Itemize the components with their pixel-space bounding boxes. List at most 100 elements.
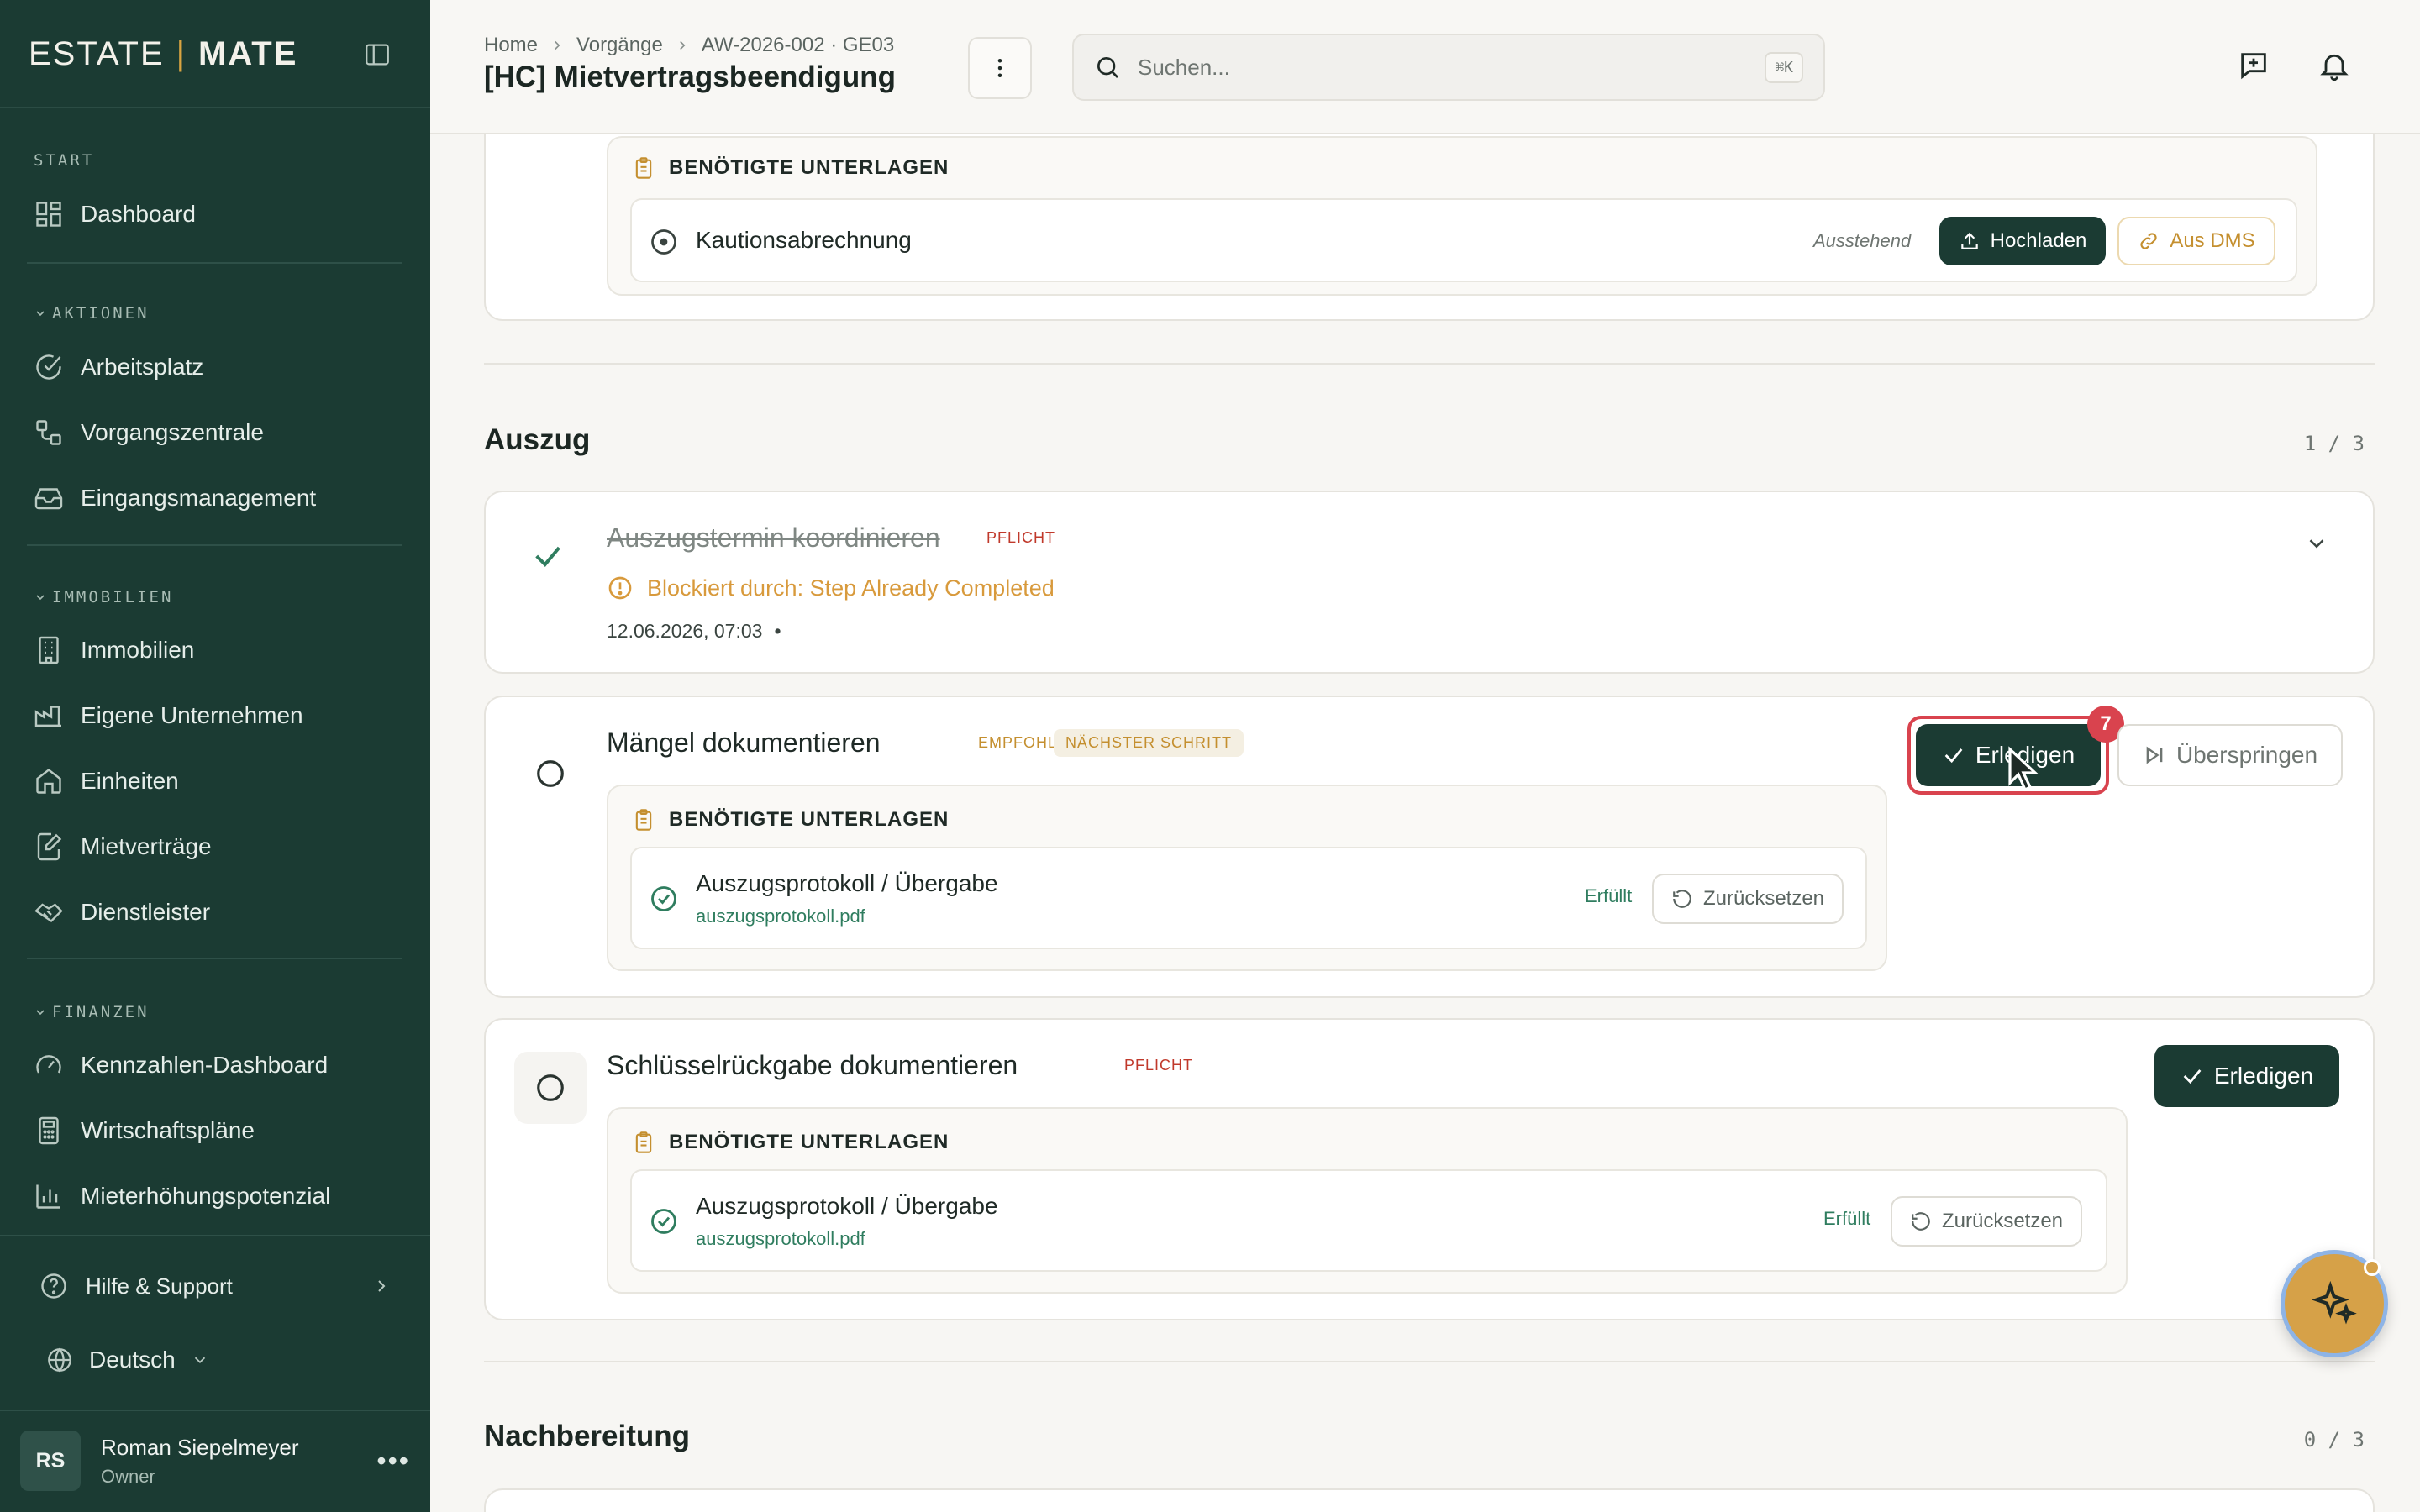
clipboard-icon [635,809,652,831]
chevron-down-icon [36,311,45,317]
help-support-link[interactable]: Hilfe & Support [39,1265,392,1307]
upload-button[interactable]: Hochladen [1939,217,2106,265]
next-step-tag: NÄCHSTER SCHRITT [1054,729,1244,757]
section-divider [484,1361,2375,1362]
sidebar-toggle-button[interactable] [358,37,397,72]
section-aktionen[interactable]: AKTIONEN [34,304,150,323]
logo-mate: MATE [198,34,298,72]
sidebar-item-dashboard[interactable]: Dashboard [34,193,196,235]
user-profile[interactable]: RS Roman Siepelmeyer Owner ••• [20,1428,410,1494]
complete-button[interactable]: Erledigen [2154,1045,2339,1107]
language-select[interactable]: Deutsch [45,1339,209,1381]
skip-label: Überspringen [2175,742,2318,768]
skip-button[interactable]: Überspringen [2118,724,2343,786]
section-progress: 1 / 3 [2303,432,2365,455]
chevron-down-icon [36,1010,45,1016]
circle-icon [537,1074,564,1101]
chevron-down-icon [36,595,45,601]
check-circle-icon [651,1209,676,1234]
dms-button[interactable]: Aus DMS [2118,217,2275,265]
user-name: Roman Siepelmeyer [101,1434,299,1460]
section-title-nachbereitung: Nachbereitung [484,1420,691,1452]
dms-label: Aus DMS [2170,229,2255,252]
building-icon [39,636,59,664]
sidebar-item-mietvertraege[interactable]: Mietverträge [34,826,212,868]
handshake-icon [34,903,63,923]
upload-icon [1960,232,1978,249]
step-card: Schlüsselrückgabe dokumentieren PFLICHT … [484,1018,2375,1320]
alert-circle-icon [608,576,632,600]
search-shortcut: ⌘K [1765,51,1803,83]
sidebar-item-arbeitsplatz[interactable]: Arbeitsplatz [34,346,203,388]
step-title: Mängel dokumentieren [607,727,881,758]
notifications-button[interactable] [2316,47,2353,84]
sidebar-divider [0,107,430,108]
bell-icon [2320,54,2349,81]
chevron-right-icon [555,40,560,50]
chevron-right-icon [679,40,686,50]
document-row: Auszugsprotokoll / Übergabe auszugsproto… [630,1169,2107,1272]
breadcrumb-home[interactable]: Home [484,34,538,57]
notification-dot [2364,1259,2381,1276]
section-start-label: START [34,151,95,170]
sidebar-divider [0,1235,430,1236]
sidebar-item-label: Wirtschaftspläne [81,1117,255,1143]
logo[interactable]: ESTATE | MATE [29,32,297,76]
section-title-auszug: Auszug [484,423,591,456]
sidebar-item-eingangsmanagement[interactable]: Eingangsmanagement [34,477,316,519]
check-circle-icon [36,354,61,380]
clipboard-icon [635,157,652,179]
factory-icon [34,706,61,727]
message-plus-icon [2241,53,2266,80]
pending-circle-icon [651,229,676,255]
step-checkbox[interactable] [514,1052,587,1124]
sidebar-item-eigene-unternehmen[interactable]: Eigene Unternehmen [34,695,303,737]
required-tag: PFLICHT [1124,1057,1194,1074]
ai-assistant-button[interactable] [2281,1250,2388,1357]
sidebar-item-mieterhoehung[interactable]: Mieterhöhungspotenzial [34,1175,330,1217]
contract-edit-icon [37,832,62,861]
feedback-button[interactable] [2235,47,2272,84]
chevron-down-icon [2309,539,2324,549]
section-immobilien-label: IMMOBILIEN [52,588,174,606]
required-docs-title: BENÖTIGTE UNTERLAGEN [632,156,949,180]
help-support-label: Hilfe & Support [86,1273,233,1299]
step-card [484,1488,2375,1512]
more-options-button[interactable]: ••• [376,1446,410,1477]
document-file-link[interactable]: auszugsprotokoll.pdf [696,1228,865,1250]
sidebar-item-label: Kennzahlen-Dashboard [81,1052,329,1078]
breadcrumb-current: AW-2026-002 · GE03 [701,34,895,56]
more-vertical-icon [997,59,1002,77]
language-label: Deutsch [89,1347,176,1373]
sidebar-item-kennzahlen[interactable]: Kennzahlen-Dashboard [34,1044,328,1086]
required-docs-box: BENÖTIGTE UNTERLAGEN Auszugsprotokoll / … [607,1107,2128,1294]
step-card: BENÖTIGTE UNTERLAGEN Kautionsabrechnung … [484,134,2375,321]
search-input[interactable]: Suchen... ⌘K [1072,34,1825,101]
reset-button[interactable]: Zurücksetzen [1891,1196,2082,1247]
check-icon [535,546,560,567]
calculator-icon [39,1116,59,1145]
step-checkbox[interactable] [514,738,587,810]
required-tag: PFLICHT [986,529,1056,546]
sidebar-item-dienstleister[interactable]: Dienstleister [34,891,210,933]
sidebar-item-label: Eigene Unternehmen [81,702,303,728]
document-file-link[interactable]: auszugsprotokoll.pdf [696,906,865,927]
skip-forward-icon [2146,746,2163,764]
breadcrumb: Home Vorgänge AW-2026-002 · GE03 [484,34,894,57]
section-divider [484,363,2375,365]
reset-button[interactable]: Zurücksetzen [1652,874,1844,924]
sidebar-item-immobilien[interactable]: Immobilien [34,629,194,671]
sidebar-item-wirtschaftsplaene[interactable]: Wirtschaftspläne [34,1110,255,1152]
document-name: Kautionsabrechnung [696,227,912,253]
step-title: Auszugstermin koordinieren [607,522,940,553]
more-actions-button[interactable] [968,37,1032,99]
document-row: Auszugsprotokoll / Übergabe auszugsproto… [630,847,1867,949]
sidebar-item-einheiten[interactable]: Einheiten [34,760,179,802]
step-card[interactable]: Auszugstermin koordinieren PFLICHT Block… [484,491,2375,674]
sidebar-item-vorgangszentrale[interactable]: Vorgangszentrale [34,412,264,454]
sidebar-divider [27,958,402,959]
bar-chart-icon [36,1184,60,1209]
section-immobilien[interactable]: IMMOBILIEN [34,588,173,606]
section-finanzen[interactable]: FINANZEN [34,1003,150,1021]
breadcrumb-vorgaenge[interactable]: Vorgänge [576,34,663,57]
